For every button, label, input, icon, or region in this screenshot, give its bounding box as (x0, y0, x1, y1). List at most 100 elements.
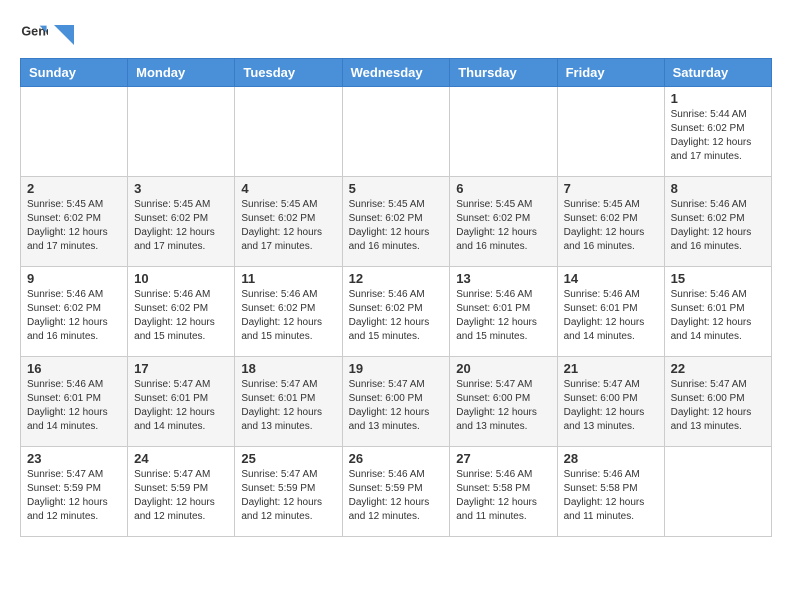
calendar-cell: 4 Sunrise: 5:45 AM Sunset: 6:02 PM Daylig… (235, 177, 342, 267)
day-info: Sunrise: 5:47 AM Sunset: 6:00 PM Dayligh… (564, 378, 658, 434)
day-info: Sunrise: 5:46 AM Sunset: 6:02 PM Dayligh… (134, 288, 228, 344)
day-number: 27 (456, 451, 550, 466)
day-header-sunday: Sunday (21, 59, 128, 87)
calendar-cell: 5 Sunrise: 5:45 AM Sunset: 6:02 PM Daylig… (342, 177, 450, 267)
calendar-cell: 2 Sunrise: 5:45 AM Sunset: 6:02 PM Daylig… (21, 177, 128, 267)
day-info: Sunrise: 5:46 AM Sunset: 6:01 PM Dayligh… (671, 288, 765, 344)
day-info: Sunrise: 5:47 AM Sunset: 5:59 PM Dayligh… (134, 468, 228, 524)
day-info: Sunrise: 5:46 AM Sunset: 6:01 PM Dayligh… (456, 288, 550, 344)
calendar-cell: 15Sunrise: 5:46 AM Sunset: 6:01 PM Dayli… (664, 267, 771, 357)
calendar-cell: 7 Sunrise: 5:45 AM Sunset: 6:02 PM Daylig… (557, 177, 664, 267)
calendar-cell: 6 Sunrise: 5:45 AM Sunset: 6:02 PM Daylig… (450, 177, 557, 267)
day-number: 28 (564, 451, 658, 466)
day-number: 26 (349, 451, 444, 466)
day-number: 4 (241, 181, 335, 196)
day-number: 25 (241, 451, 335, 466)
calendar-cell (21, 87, 128, 177)
logo-arrow-icon (54, 25, 74, 45)
day-header-tuesday: Tuesday (235, 59, 342, 87)
day-info: Sunrise: 5:45 AM Sunset: 6:02 PM Dayligh… (241, 198, 335, 254)
calendar-cell: 26 Sunrise: 5:46 AM Sunset: 5:59 PM Dayli… (342, 447, 450, 537)
day-info: Sunrise: 5:47 AM Sunset: 6:01 PM Dayligh… (241, 378, 335, 434)
calendar-cell: 9 Sunrise: 5:46 AM Sunset: 6:02 PM Daylig… (21, 267, 128, 357)
day-info: Sunrise: 5:45 AM Sunset: 6:02 PM Dayligh… (456, 198, 550, 254)
logo: General (20, 20, 74, 48)
day-number: 12 (349, 271, 444, 286)
calendar-cell (557, 87, 664, 177)
day-number: 16 (27, 361, 121, 376)
calendar-cell: 12 Sunrise: 5:46 AM Sunset: 6:02 PM Dayli… (342, 267, 450, 357)
day-number: 22 (671, 361, 765, 376)
calendar-cell: 14 Sunrise: 5:46 AM Sunset: 6:01 PM Dayli… (557, 267, 664, 357)
day-header-wednesday: Wednesday (342, 59, 450, 87)
calendar-cell: 27 Sunrise: 5:46 AM Sunset: 5:58 PM Dayli… (450, 447, 557, 537)
calendar-cell (235, 87, 342, 177)
day-info: Sunrise: 5:46 AM Sunset: 5:58 PM Dayligh… (564, 468, 658, 524)
day-number: 21 (564, 361, 658, 376)
calendar-cell: 16 Sunrise: 5:46 AM Sunset: 6:01 PM Dayli… (21, 357, 128, 447)
calendar-cell: 17 Sunrise: 5:47 AM Sunset: 6:01 PM Dayli… (128, 357, 235, 447)
day-info: Sunrise: 5:46 AM Sunset: 6:02 PM Dayligh… (241, 288, 335, 344)
day-number: 7 (564, 181, 658, 196)
day-number: 8 (671, 181, 765, 196)
day-number: 1 (671, 91, 765, 106)
day-number: 17 (134, 361, 228, 376)
day-number: 14 (564, 271, 658, 286)
logo-icon: General (20, 20, 48, 48)
calendar-cell: 11 Sunrise: 5:46 AM Sunset: 6:02 PM Dayli… (235, 267, 342, 357)
day-info: Sunrise: 5:46 AM Sunset: 6:02 PM Dayligh… (349, 288, 444, 344)
day-header-friday: Friday (557, 59, 664, 87)
day-info: Sunrise: 5:46 AM Sunset: 5:58 PM Dayligh… (456, 468, 550, 524)
calendar-cell (128, 87, 235, 177)
calendar-cell: 21 Sunrise: 5:47 AM Sunset: 6:00 PM Dayli… (557, 357, 664, 447)
calendar-cell: 10 Sunrise: 5:46 AM Sunset: 6:02 PM Dayli… (128, 267, 235, 357)
calendar-cell: 24 Sunrise: 5:47 AM Sunset: 5:59 PM Dayli… (128, 447, 235, 537)
day-info: Sunrise: 5:46 AM Sunset: 6:01 PM Dayligh… (564, 288, 658, 344)
day-number: 20 (456, 361, 550, 376)
calendar-cell: 8 Sunrise: 5:46 AM Sunset: 6:02 PM Daylig… (664, 177, 771, 267)
day-number: 19 (349, 361, 444, 376)
header: General (20, 20, 772, 48)
day-info: Sunrise: 5:44 AM Sunset: 6:02 PM Dayligh… (671, 108, 765, 164)
calendar-table: SundayMondayTuesdayWednesdayThursdayFrid… (20, 58, 772, 537)
day-info: Sunrise: 5:45 AM Sunset: 6:02 PM Dayligh… (134, 198, 228, 254)
calendar-cell: 1 Sunrise: 5:44 AM Sunset: 6:02 PM Daylig… (664, 87, 771, 177)
day-number: 2 (27, 181, 121, 196)
day-number: 24 (134, 451, 228, 466)
day-header-monday: Monday (128, 59, 235, 87)
calendar-cell (342, 87, 450, 177)
calendar-cell: 19 Sunrise: 5:47 AM Sunset: 6:00 PM Dayli… (342, 357, 450, 447)
day-number: 18 (241, 361, 335, 376)
day-info: Sunrise: 5:45 AM Sunset: 6:02 PM Dayligh… (564, 198, 658, 254)
day-number: 11 (241, 271, 335, 286)
calendar-cell: 20 Sunrise: 5:47 AM Sunset: 6:00 PM Dayli… (450, 357, 557, 447)
day-info: Sunrise: 5:45 AM Sunset: 6:02 PM Dayligh… (349, 198, 444, 254)
day-info: Sunrise: 5:46 AM Sunset: 5:59 PM Dayligh… (349, 468, 444, 524)
calendar-cell (664, 447, 771, 537)
calendar-cell: 18 Sunrise: 5:47 AM Sunset: 6:01 PM Dayli… (235, 357, 342, 447)
day-info: Sunrise: 5:47 AM Sunset: 5:59 PM Dayligh… (27, 468, 121, 524)
calendar-cell: 25 Sunrise: 5:47 AM Sunset: 5:59 PM Dayli… (235, 447, 342, 537)
day-header-thursday: Thursday (450, 59, 557, 87)
day-header-saturday: Saturday (664, 59, 771, 87)
day-number: 9 (27, 271, 121, 286)
day-number: 5 (349, 181, 444, 196)
day-info: Sunrise: 5:47 AM Sunset: 6:00 PM Dayligh… (671, 378, 765, 434)
day-info: Sunrise: 5:47 AM Sunset: 5:59 PM Dayligh… (241, 468, 335, 524)
calendar-cell: 13 Sunrise: 5:46 AM Sunset: 6:01 PM Dayli… (450, 267, 557, 357)
day-number: 13 (456, 271, 550, 286)
calendar-cell: 23Sunrise: 5:47 AM Sunset: 5:59 PM Dayli… (21, 447, 128, 537)
day-info: Sunrise: 5:47 AM Sunset: 6:00 PM Dayligh… (349, 378, 444, 434)
day-number: 6 (456, 181, 550, 196)
day-number: 3 (134, 181, 228, 196)
calendar-cell (450, 87, 557, 177)
day-info: Sunrise: 5:46 AM Sunset: 6:02 PM Dayligh… (671, 198, 765, 254)
day-number: 10 (134, 271, 228, 286)
day-info: Sunrise: 5:47 AM Sunset: 6:01 PM Dayligh… (134, 378, 228, 434)
day-info: Sunrise: 5:46 AM Sunset: 6:01 PM Dayligh… (27, 378, 121, 434)
calendar-cell: 3 Sunrise: 5:45 AM Sunset: 6:02 PM Daylig… (128, 177, 235, 267)
calendar-cell: 28 Sunrise: 5:46 AM Sunset: 5:58 PM Dayli… (557, 447, 664, 537)
day-info: Sunrise: 5:47 AM Sunset: 6:00 PM Dayligh… (456, 378, 550, 434)
day-info: Sunrise: 5:46 AM Sunset: 6:02 PM Dayligh… (27, 288, 121, 344)
day-info: Sunrise: 5:45 AM Sunset: 6:02 PM Dayligh… (27, 198, 121, 254)
